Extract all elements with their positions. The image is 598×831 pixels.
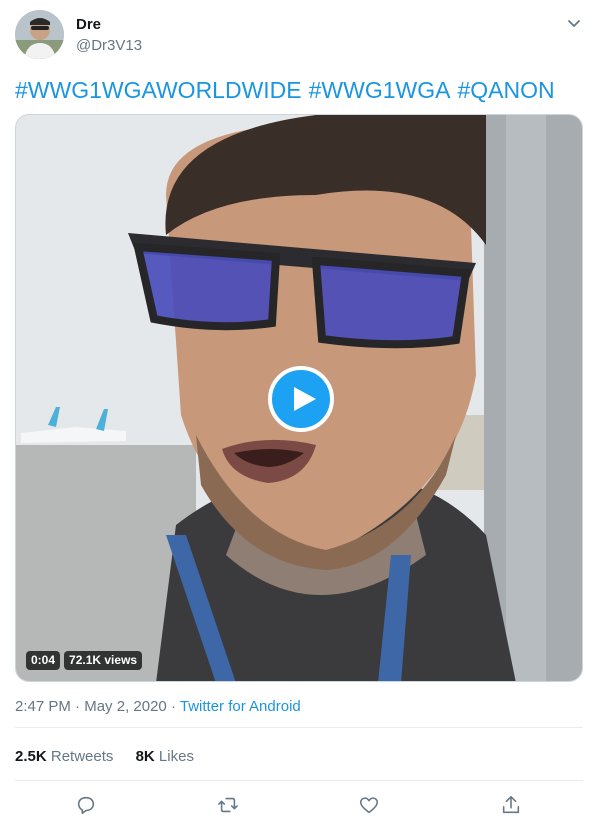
- retweets-stat[interactable]: 2.5K Retweets: [15, 748, 113, 765]
- hashtag-link[interactable]: #WWG1WGA: [309, 77, 451, 103]
- meta-separator: ·: [75, 698, 81, 715]
- divider: [15, 727, 583, 728]
- tweet-header: Dre @Dr3V13: [15, 10, 583, 60]
- retweets-label: Retweets: [50, 748, 114, 765]
- tweet-actions: [0, 790, 598, 820]
- likes-label: Likes: [158, 748, 194, 765]
- video-badges: 0:04 72.1K views: [26, 651, 143, 670]
- tweet-meta: 2:47 PM · May 2, 2020 · Twitter for Andr…: [15, 698, 301, 715]
- tweet-stats: 2.5K Retweets 8K Likes: [15, 748, 212, 765]
- tweet-time[interactable]: 2:47 PM: [15, 698, 71, 715]
- author-handle[interactable]: @Dr3V13: [76, 37, 142, 54]
- hashtag-link[interactable]: #WWG1WGAWORLDWIDE: [15, 77, 302, 103]
- likes-count: 8K: [135, 748, 155, 765]
- tweet-card: Dre @Dr3V13 #WWG1WGAWORLDWIDE #WWG1WGA #QA…: [0, 0, 598, 831]
- video-duration-badge: 0:04: [26, 651, 61, 670]
- retweets-count: 2.5K: [15, 748, 47, 765]
- divider: [15, 780, 583, 781]
- author-name[interactable]: Dre: [76, 16, 101, 33]
- reply-icon[interactable]: [75, 794, 97, 816]
- meta-separator: ·: [170, 698, 176, 715]
- video-views-badge: 72.1K views: [64, 651, 143, 670]
- hashtag-link[interactable]: #QANON: [457, 77, 554, 103]
- share-icon[interactable]: [500, 794, 522, 816]
- avatar[interactable]: [15, 10, 64, 59]
- retweet-icon[interactable]: [217, 794, 239, 816]
- like-icon[interactable]: [358, 794, 380, 816]
- video-player[interactable]: 0:04 72.1K views: [15, 114, 583, 682]
- tweet-date[interactable]: May 2, 2020: [84, 698, 167, 715]
- tweet-source-link[interactable]: Twitter for Android: [180, 698, 301, 715]
- person-avatar-icon: [15, 10, 64, 59]
- chevron-down-icon[interactable]: [565, 14, 583, 32]
- tweet-text: #WWG1WGAWORLDWIDE #WWG1WGA #QANON: [15, 76, 562, 104]
- likes-stat[interactable]: 8K Likes: [136, 748, 194, 765]
- play-icon[interactable]: [268, 366, 334, 432]
